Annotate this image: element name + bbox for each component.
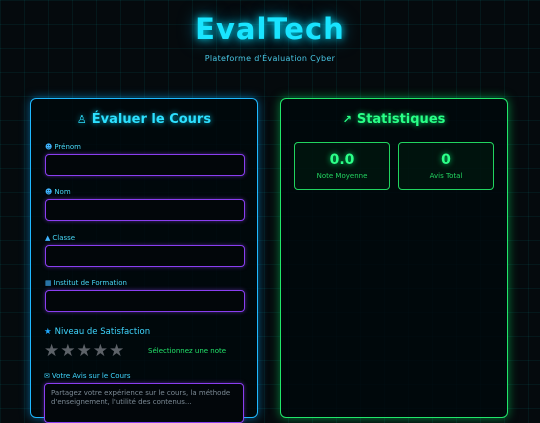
review-label: ✉ Votre Avis sur le Cours bbox=[44, 372, 131, 380]
app-subtitle: Plateforme d'Évaluation Cyber bbox=[204, 54, 336, 63]
evaluation-form-panel: ♙ Évaluer le Cours ☻ Prénom ☻ Nom ▲ Classe ▦… bbox=[30, 98, 258, 418]
statistics-panel: ↗ Statistiques 0.0 Note Moyenne 0 Avis To… bbox=[280, 98, 508, 418]
star-4[interactable]: ★ bbox=[93, 341, 108, 361]
building-icon: ▦ bbox=[45, 279, 52, 287]
last-name-label: ☻ Nom bbox=[45, 188, 71, 196]
total-reviews-value: 0 bbox=[441, 152, 451, 168]
star-1[interactable]: ★ bbox=[44, 341, 59, 361]
first-name-label-text: Prénom bbox=[54, 143, 81, 151]
comment-icon: ✉ bbox=[44, 372, 50, 380]
star-5[interactable]: ★ bbox=[109, 341, 124, 361]
institute-label-text: Institut de Formation bbox=[53, 279, 127, 287]
class-label-text: Classe bbox=[52, 234, 76, 242]
satisfaction-label-text: Niveau de Satisfaction bbox=[54, 327, 151, 337]
class-label: ▲ Classe bbox=[45, 234, 75, 242]
chart-icon: ↗ bbox=[342, 113, 352, 126]
last-name-label-text: Nom bbox=[54, 188, 71, 196]
app-title: EvalTech bbox=[195, 12, 345, 46]
satisfaction-label: ★ Niveau de Satisfaction bbox=[44, 327, 150, 337]
form-title: ♙ Évaluer le Cours bbox=[31, 112, 257, 127]
teacher-icon: ♙ bbox=[76, 113, 87, 126]
star-2[interactable]: ★ bbox=[60, 341, 75, 361]
review-textarea[interactable]: Partagez votre expérience sur le cours, … bbox=[44, 383, 244, 423]
review-label-text: Votre Avis sur le Cours bbox=[51, 372, 131, 380]
star-3[interactable]: ★ bbox=[77, 341, 92, 361]
institute-input[interactable] bbox=[45, 290, 245, 312]
average-rating-label: Note Moyenne bbox=[316, 172, 368, 180]
institute-label: ▦ Institut de Formation bbox=[45, 279, 127, 287]
average-rating-value: 0.0 bbox=[329, 152, 355, 168]
first-name-input[interactable] bbox=[45, 154, 245, 176]
average-rating-card: 0.0 Note Moyenne bbox=[294, 142, 390, 190]
stats-title-text: Statistiques bbox=[356, 112, 446, 127]
total-reviews-card: 0 Avis Total bbox=[398, 142, 494, 190]
class-input[interactable] bbox=[45, 245, 245, 267]
form-title-text: Évaluer le Cours bbox=[91, 112, 212, 127]
rating-hint: Sélectionnez une note bbox=[148, 347, 227, 355]
star-rating: ★★★★★ bbox=[44, 341, 125, 361]
star-icon: ★ bbox=[44, 327, 52, 337]
user-icon: ☻ bbox=[45, 188, 53, 196]
last-name-input[interactable] bbox=[45, 199, 245, 221]
stats-title: ↗ Statistiques bbox=[281, 112, 507, 127]
graduation-cap-icon: ▲ bbox=[45, 234, 51, 242]
first-name-label: ☻ Prénom bbox=[45, 143, 81, 151]
total-reviews-label: Avis Total bbox=[429, 172, 463, 180]
user-icon: ☻ bbox=[45, 143, 53, 151]
